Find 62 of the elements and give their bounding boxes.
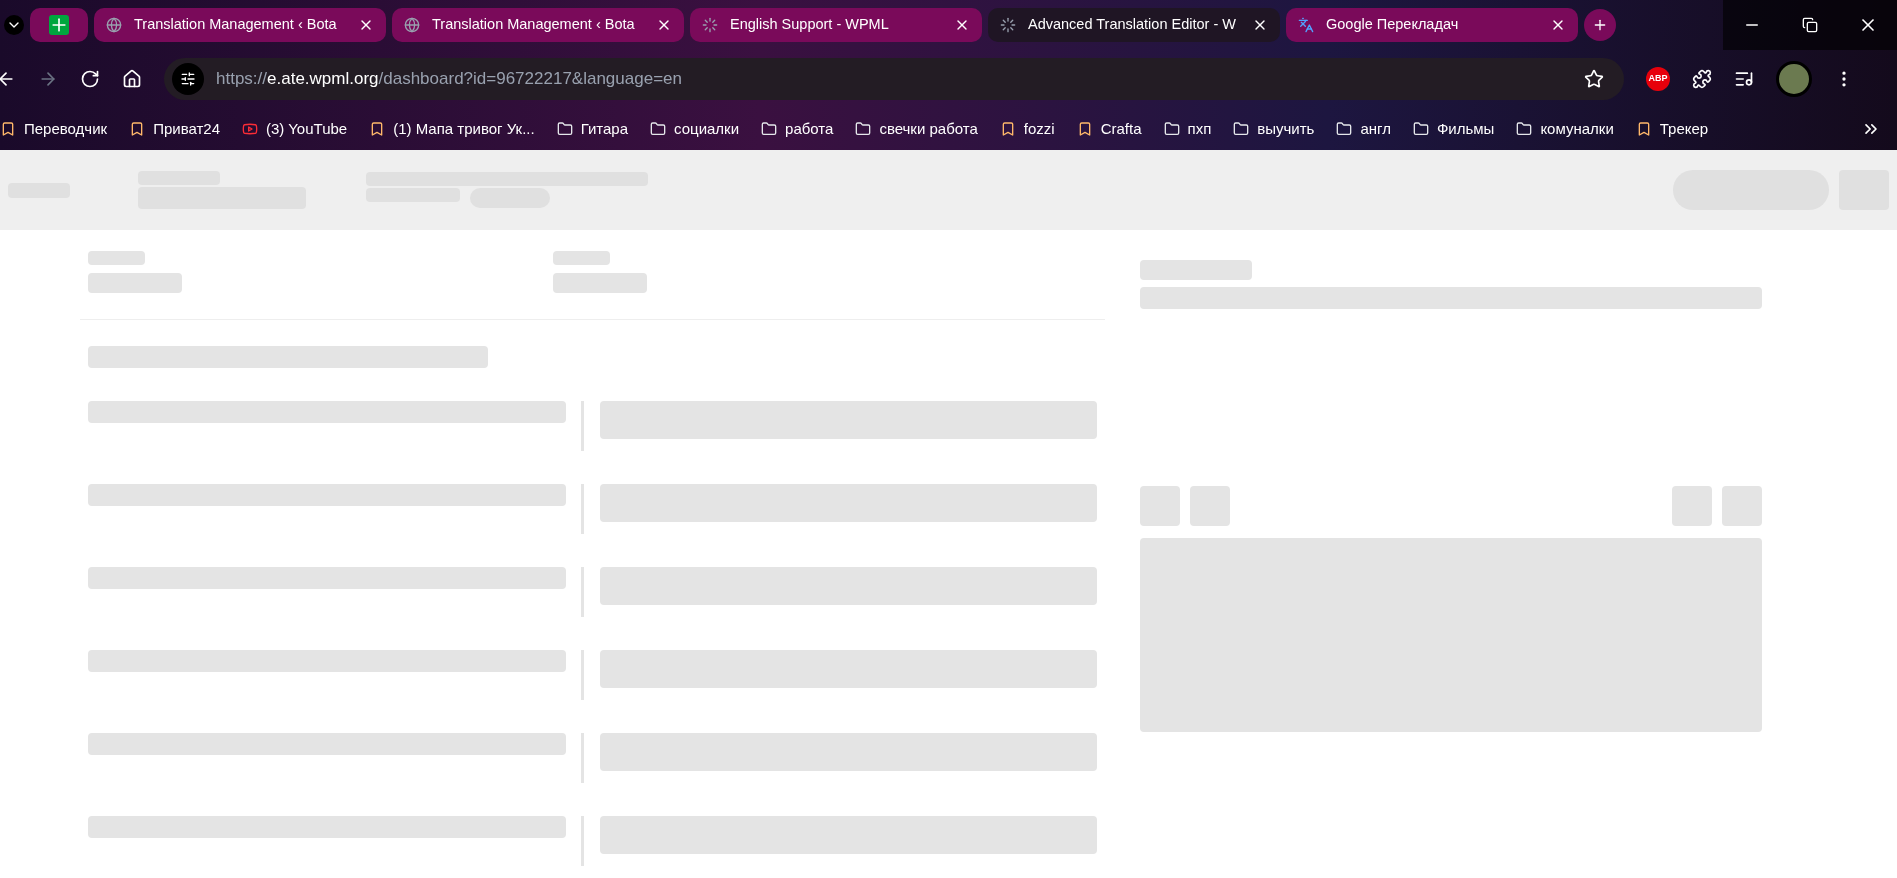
site-settings-icon[interactable] (172, 63, 204, 95)
folder-icon (761, 121, 778, 137)
bookmark-item[interactable]: Приват24 (129, 117, 220, 141)
bookmark-item[interactable]: свечки работа (855, 117, 978, 141)
skeleton-block (1140, 486, 1180, 526)
browser-tab[interactable]: English Support - WPML (690, 8, 982, 42)
folder-icon (1233, 121, 1250, 137)
home-icon[interactable] (122, 69, 142, 89)
address-bar[interactable]: https://e.ate.wpml.org/dashboard?id=96722217&language=en (164, 58, 1624, 100)
bookmark-star-icon[interactable] (1584, 69, 1604, 89)
pinned-tab[interactable] (30, 8, 88, 42)
bookmark-item[interactable]: социалки (650, 117, 740, 141)
tab-title: Translation Management ‹ Bota (432, 15, 636, 35)
bookmark-item[interactable]: Фильмы (1412, 117, 1495, 141)
sheet-icon (49, 15, 69, 35)
skeleton-block (1722, 486, 1762, 526)
bookmark-item[interactable]: работа (761, 117, 834, 141)
globe-icon (404, 17, 420, 33)
tab-title: Google Перекладач (1326, 15, 1460, 35)
media-icon[interactable] (1734, 69, 1754, 89)
folder-icon (855, 121, 872, 137)
profile-avatar[interactable] (1776, 61, 1812, 97)
video-icon (242, 121, 258, 137)
extension-badge[interactable]: ABP (1646, 67, 1670, 91)
spinner-icon (1000, 17, 1016, 33)
tab-title: Translation Management ‹ Bota (134, 15, 338, 35)
spinner-icon (702, 17, 718, 33)
browser-tab[interactable]: Translation Management ‹ Bota (94, 8, 386, 42)
folder-icon (1163, 121, 1180, 137)
skeleton-block (1672, 486, 1712, 526)
tab-title: Advanced Translation Editor - W (1028, 15, 1237, 35)
bookmark-item[interactable]: Гитара (556, 117, 629, 141)
bookmark-item[interactable]: пхп (1163, 117, 1212, 141)
bookmark-item[interactable]: комуналки (1516, 117, 1614, 141)
translate-icon (1298, 17, 1314, 33)
bookmark-item[interactable]: выучить (1233, 117, 1315, 141)
new-tab-icon[interactable] (1584, 9, 1616, 41)
globe-icon (106, 17, 122, 33)
url-text: https://e.ate.wpml.org/dashboard?id=96722217&language=en (216, 68, 683, 91)
bookmark-item[interactable]: (3) YouTube (242, 117, 348, 141)
folder-icon (1516, 121, 1533, 137)
skeleton-block (1190, 486, 1230, 526)
browser-tab[interactable]: Google Перекладач (1286, 8, 1578, 42)
bookmark-item[interactable]: Переводчик (0, 117, 108, 141)
bookmark-item[interactable]: (1) Мапа тривог Ук... (369, 117, 535, 141)
browser-tab[interactable]: Advanced Translation Editor - W (988, 8, 1280, 42)
tab-title: English Support - WPML (730, 15, 890, 35)
tab-search-icon[interactable] (4, 15, 24, 35)
skeleton-block (88, 251, 145, 265)
folder-icon (650, 121, 667, 137)
folder-icon (556, 121, 573, 137)
bookmark-item[interactable]: англ (1336, 117, 1391, 141)
browser-tab[interactable]: Translation Management ‹ Bota (392, 8, 684, 42)
reload-icon[interactable] (80, 69, 100, 89)
folder-icon (1412, 121, 1429, 137)
folder-icon (1336, 121, 1353, 137)
bookmark-icon (0, 121, 16, 137)
bookmark-item[interactable]: Трекер (1635, 117, 1709, 141)
bookmark-item[interactable]: Crafta (1076, 117, 1142, 141)
extensions-icon[interactable] (1692, 69, 1712, 89)
bookmark-item[interactable]: fozzi (999, 117, 1055, 141)
skeleton-block (553, 251, 610, 265)
